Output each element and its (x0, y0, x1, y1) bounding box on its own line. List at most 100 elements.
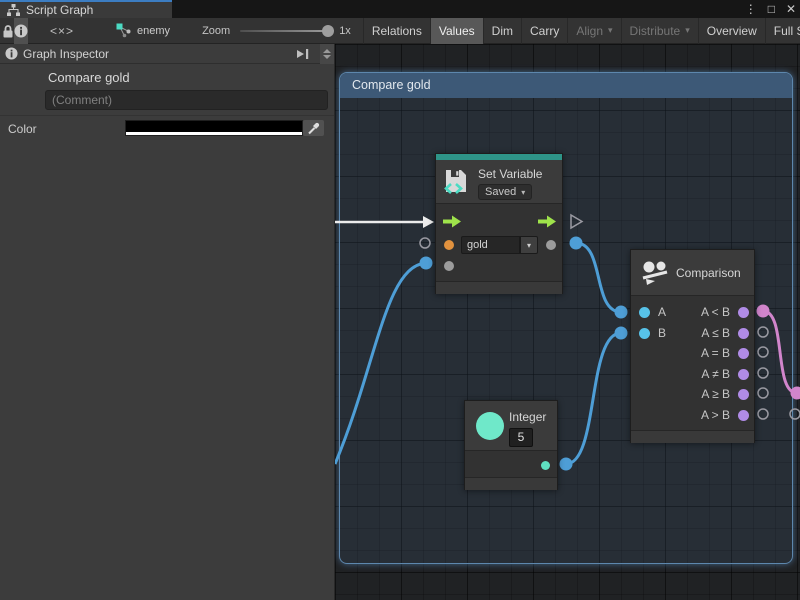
node-title: Integer (509, 410, 546, 424)
tab-script-graph[interactable]: Script Graph (0, 0, 172, 18)
info-icon (14, 24, 28, 38)
inspector-toggle-button[interactable] (14, 18, 28, 44)
integer-output-port[interactable] (541, 461, 550, 470)
input-label-b: B (658, 328, 666, 339)
zoom-value: 1x (339, 25, 351, 37)
port-triangle[interactable] (571, 215, 582, 228)
graph-toolbar: <×> enemy Zoom 1x Relations Values Dim C… (0, 18, 800, 44)
output-port[interactable] (738, 410, 749, 421)
window-menu-icon[interactable]: ⋮ (745, 0, 757, 18)
output-label: A = B (701, 348, 730, 359)
graph-title[interactable]: Compare gold (48, 70, 130, 85)
control-output-port[interactable] (537, 215, 557, 228)
node-set-variable[interactable]: Set Variable Saved ▾ gold ▾ (435, 153, 563, 294)
graph-reference[interactable]: enemy (116, 23, 170, 38)
chevron-down-icon: ▾ (527, 241, 531, 250)
integer-value-field[interactable]: 5 (509, 428, 533, 447)
port-ring[interactable] (758, 368, 768, 378)
dock-panel-icon[interactable] (296, 48, 310, 60)
distribute-dropdown[interactable]: Distribute ▾ (621, 18, 698, 44)
value-brackets-button[interactable]: <×> (50, 18, 74, 44)
tab-title: Script Graph (26, 3, 93, 17)
chevron-down-icon: ▾ (685, 25, 690, 36)
output-port[interactable] (738, 348, 749, 359)
dim-toggle[interactable]: Dim (483, 18, 521, 44)
panel-spinner[interactable] (320, 44, 334, 64)
lock-button[interactable] (2, 18, 14, 44)
integer-icon (476, 412, 504, 440)
output-label: A > B (701, 410, 730, 421)
chevron-down-icon: ▾ (521, 188, 525, 197)
port-ring[interactable] (420, 238, 430, 248)
eyedropper-button[interactable] (303, 120, 324, 136)
wire-control-arrowhead (423, 216, 434, 228)
wire-endpoint[interactable] (570, 237, 583, 250)
variable-name-select-caret[interactable]: ▾ (520, 236, 538, 254)
value-brackets-icon: <×> (50, 24, 74, 38)
input-port-b[interactable] (639, 328, 650, 339)
port-ring[interactable] (790, 409, 800, 419)
output-port[interactable] (738, 389, 749, 400)
info-icon (5, 47, 18, 60)
fullscreen-button[interactable]: Full Screen (765, 18, 800, 44)
variable-name-port[interactable] (444, 240, 454, 250)
node-integer[interactable]: Integer 5 (464, 400, 558, 490)
wire-endpoint[interactable] (615, 306, 628, 319)
carry-toggle[interactable]: Carry (521, 18, 567, 44)
variable-output-port[interactable] (546, 240, 556, 250)
spinner-up-icon (323, 49, 331, 53)
values-toggle[interactable]: Values (430, 18, 483, 44)
node-footer (465, 477, 557, 490)
output-port[interactable] (738, 369, 749, 380)
graph-canvas[interactable]: Compare gold (335, 44, 800, 600)
lock-icon (2, 24, 14, 38)
graph-asset-icon (116, 23, 132, 38)
comment-input[interactable] (45, 90, 328, 110)
wire-integer-to-b[interactable] (566, 333, 621, 464)
wire-endpoint[interactable] (420, 257, 433, 270)
graph-inspector-header: Graph Inspector (0, 44, 334, 64)
output-port[interactable] (738, 328, 749, 339)
window-maximize-icon[interactable]: □ (768, 0, 775, 18)
toolbar-toggles: Relations Values Dim Carry Align ▾ Distr… (363, 18, 800, 44)
overview-button[interactable]: Overview (698, 18, 765, 44)
zoom-label: Zoom (202, 25, 230, 37)
wire-endpoint[interactable] (757, 305, 770, 318)
output-label: A ≠ B (701, 369, 730, 380)
color-alpha-bar (126, 132, 302, 135)
main-area: Graph Inspector Compare gold Color (0, 44, 800, 600)
eyedropper-icon (307, 122, 320, 135)
port-ring[interactable] (758, 347, 768, 357)
graph-inspector-title: Graph Inspector (23, 47, 109, 61)
node-comparison[interactable]: Comparison A B A < B A ≤ B A = B A ≠ B A… (630, 249, 755, 443)
window-close-icon[interactable]: ✕ (786, 0, 796, 18)
variable-scope-dropdown[interactable]: Saved ▾ (478, 184, 532, 200)
output-port[interactable] (738, 307, 749, 318)
output-label: A ≤ B (701, 328, 730, 339)
output-label: A < B (701, 307, 730, 318)
align-dropdown[interactable]: Align ▾ (567, 18, 620, 44)
comparison-icon (640, 258, 670, 288)
wire-value-in[interactable] (335, 263, 426, 464)
relations-toggle[interactable]: Relations (363, 18, 430, 44)
wire-endpoint[interactable] (791, 387, 800, 400)
port-ring[interactable] (758, 388, 768, 398)
variable-name-select[interactable]: gold (461, 236, 520, 254)
wire-endpoint[interactable] (615, 327, 628, 340)
set-variable-icon (443, 169, 469, 195)
color-label: Color (8, 122, 37, 136)
variable-value-port[interactable] (444, 261, 454, 271)
wire-setvar-to-a[interactable] (576, 243, 621, 312)
port-ring[interactable] (758, 409, 768, 419)
unity-script-graph-window: Script Graph ⋮ □ ✕ <×> (0, 0, 800, 600)
wire-endpoint[interactable] (560, 458, 573, 471)
zoom-slider-handle[interactable] (322, 25, 334, 37)
control-input-port[interactable] (442, 215, 462, 228)
zoom-slider[interactable] (240, 30, 328, 32)
input-port-a[interactable] (639, 307, 650, 318)
port-ring[interactable] (758, 327, 768, 337)
script-graph-icon (7, 4, 20, 16)
tab-bar: Script Graph ⋮ □ ✕ (0, 0, 800, 18)
color-swatch[interactable] (125, 120, 303, 136)
window-controls: ⋮ □ ✕ (745, 0, 796, 18)
